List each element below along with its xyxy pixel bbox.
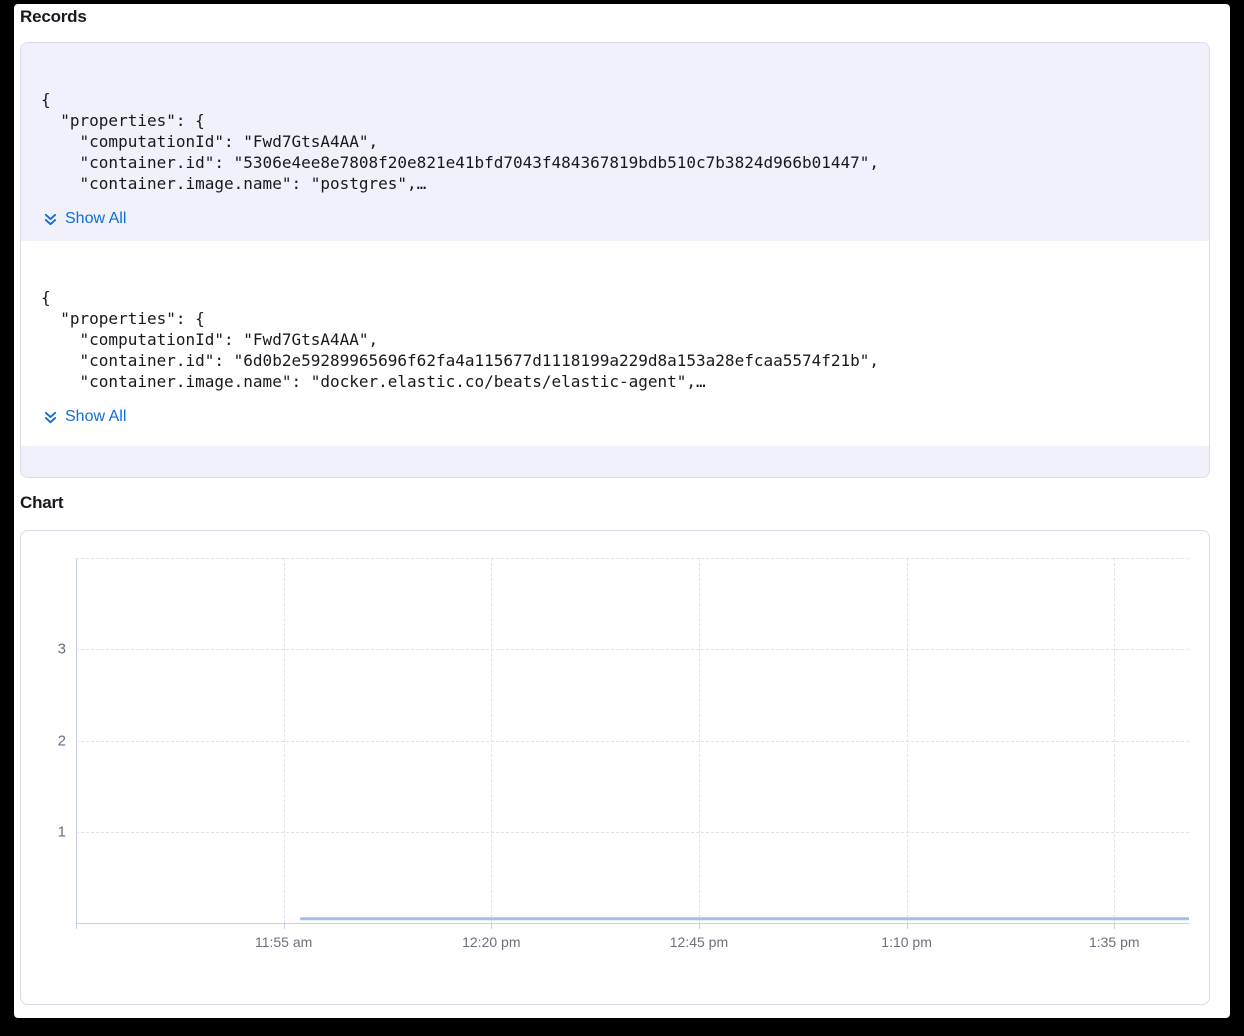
show-all-label: Show All [65, 210, 126, 228]
app-window: Records { "properties": { "computationId… [14, 4, 1230, 1018]
double-chevron-down-icon [43, 212, 58, 227]
records-panel: { "properties": { "computationId": "Fwd7… [20, 42, 1210, 478]
record-item: { "properties": { "computationId": "Fwd7… [21, 43, 1209, 241]
record-item-partial [21, 446, 1209, 478]
records-section-title: Records [20, 7, 87, 27]
show-all-button[interactable]: Show All [43, 210, 126, 228]
record-item: { "properties": { "computationId": "Fwd7… [21, 241, 1209, 446]
record-json: { "properties": { "computationId": "Fwd7… [41, 89, 1189, 194]
chart-series-layer [21, 531, 1210, 971]
chart-section-title: Chart [20, 493, 63, 513]
show-all-button[interactable]: Show All [43, 408, 126, 426]
double-chevron-down-icon [43, 410, 58, 425]
chart-panel: 12311:55 am12:20 pm12:45 pm1:10 pm1:35 p… [20, 530, 1210, 1005]
chart-plot-area[interactable]: 12311:55 am12:20 pm12:45 pm1:10 pm1:35 p… [21, 531, 1209, 1004]
record-json: { "properties": { "computationId": "Fwd7… [41, 287, 1189, 392]
show-all-label: Show All [65, 408, 126, 426]
